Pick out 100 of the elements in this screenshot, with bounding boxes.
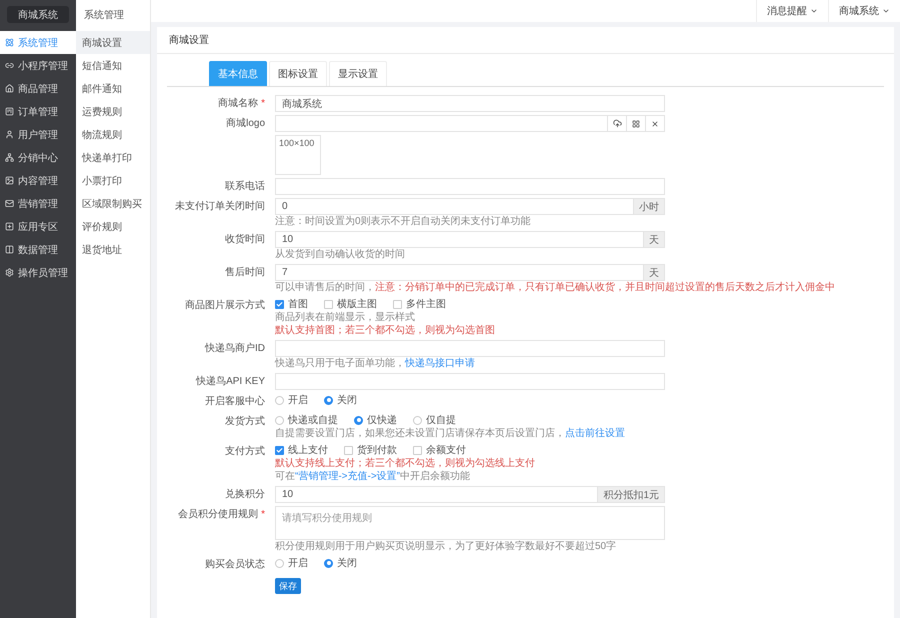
help-text: 自提需要设置门店，如果您还未设置门店请保存本页后设置门店，点击前往设置 <box>275 428 626 440</box>
check-icon <box>276 446 283 454</box>
sidebar-item[interactable]: 订单管理 <box>0 100 76 123</box>
upload-button[interactable] <box>608 115 627 132</box>
checkbox-option[interactable]: 货到付款 <box>344 443 397 457</box>
help-text: 注意：时间设置为0则表示不开启自动关闭未支付订单功能 <box>275 216 532 228</box>
sidebar-item[interactable]: 小程序管理 <box>0 54 76 77</box>
field-label: 开启客服中心 <box>204 394 265 409</box>
text-field[interactable]: 10 <box>275 231 644 248</box>
settings-icon <box>5 268 14 277</box>
field-label: 会员积分使用规则 * <box>177 508 265 522</box>
checkbox-option[interactable]: 余额支付 <box>413 443 466 457</box>
subnav-item[interactable]: 运费规则 <box>76 100 150 123</box>
network-icon <box>5 153 14 162</box>
check-icon <box>276 300 283 308</box>
subnav-item[interactable]: 区域限制购买 <box>76 192 150 215</box>
top-menu[interactable]: 消息提醒 <box>756 0 828 22</box>
help-text: 默认支持线上支付；若三个都不勾选，则视为勾选线上支付 <box>275 458 536 470</box>
field-label: 购买会员状态 <box>204 558 265 572</box>
text-field[interactable]: 7 <box>275 264 644 281</box>
subnav-item[interactable]: 物流规则 <box>76 123 150 146</box>
text-field[interactable] <box>275 340 665 357</box>
grid-button[interactable] <box>627 115 646 132</box>
field-label: 兑换积分 <box>224 488 265 502</box>
help-text: 可在“营销管理->充值->设置”中开启余额功能 <box>275 471 471 483</box>
caret-icon <box>882 7 890 15</box>
columns-icon <box>5 245 14 254</box>
checkbox-option[interactable]: 线上支付 <box>275 443 328 457</box>
input-addon: 小时 <box>634 198 665 215</box>
subnav-item[interactable]: 评价规则 <box>76 215 150 238</box>
link-icon <box>5 61 14 70</box>
field-label: 售后时间 <box>224 266 265 280</box>
field-label: 商城logo <box>225 116 265 131</box>
image-icon <box>5 176 14 185</box>
field-label: 支付方式 <box>224 444 265 459</box>
input-addon: 天 <box>644 264 665 281</box>
checkbox-option[interactable]: 多件主图 <box>393 297 446 311</box>
plus-square-icon <box>5 222 14 231</box>
subnav-item[interactable]: 邮件通知 <box>76 77 150 100</box>
sidebar-item[interactable]: 商品管理 <box>0 77 76 100</box>
sidebar-item[interactable]: 操作员管理 <box>0 261 76 284</box>
sidebar-item[interactable]: 应用专区 <box>0 215 76 238</box>
radio-option[interactable]: 关闭 <box>324 556 357 570</box>
user-icon <box>5 130 14 139</box>
sidebar-item[interactable]: 分销中心 <box>0 146 76 169</box>
help-text: 积分使用规则用于用户购买页说明显示，为了更好体验字数最好不要超过50字 <box>275 541 618 553</box>
help-text: 从发货到自动确认收货的时间 <box>275 249 406 261</box>
checkbox-option[interactable]: 横版主图 <box>324 297 377 311</box>
board-icon <box>5 107 14 116</box>
grid-icon <box>632 120 640 128</box>
subnav-title: 系统管理 <box>83 8 125 23</box>
mail-icon <box>5 199 14 208</box>
caret-icon <box>810 7 818 15</box>
tab[interactable]: 图标设置 <box>269 61 327 86</box>
radio-option[interactable]: 关闭 <box>324 393 357 407</box>
subnav-item[interactable]: 快递单打印 <box>76 146 150 169</box>
text-field[interactable]: 商城系统 <box>275 95 665 112</box>
subnav-item[interactable]: 退货地址 <box>76 238 150 261</box>
brand-logo[interactable]: 商城系统 <box>7 6 69 23</box>
help-text: 快递鸟只用于电子面单功能，快递鸟接口申请 <box>275 358 476 370</box>
tab[interactable]: 显示设置 <box>329 61 387 86</box>
subnav-item[interactable]: 小票打印 <box>76 169 150 192</box>
radio-option[interactable]: 仅自提 <box>413 413 456 427</box>
subnav-item[interactable]: 短信通知 <box>76 54 150 77</box>
input-addon: 天 <box>644 231 665 248</box>
top-menu[interactable]: 商城系统 <box>828 0 900 22</box>
text-field[interactable] <box>275 115 608 132</box>
sidebar-item[interactable]: 数据管理 <box>0 238 76 261</box>
radio-option[interactable]: 开启 <box>275 556 308 570</box>
text-field[interactable]: 0 <box>275 198 634 215</box>
cloud-upload-icon <box>612 119 622 128</box>
field-label: 商品图片展示方式 <box>184 298 265 313</box>
subnav-item[interactable]: 商城设置 <box>76 31 150 54</box>
field-label: 快递鸟商户ID <box>204 342 265 356</box>
help-link[interactable]: 点击前往设置 <box>565 428 625 439</box>
atom-icon <box>5 38 14 47</box>
help-text: 默认支持首图；若三个都不勾选，则视为勾选首图 <box>275 325 496 337</box>
radio-option[interactable]: 快递或自提 <box>275 413 338 427</box>
sidebar-item[interactable]: 用户管理 <box>0 123 76 146</box>
sidebar-item[interactable]: 营销管理 <box>0 192 76 215</box>
checkbox-option[interactable]: 首图 <box>275 297 308 311</box>
save-button[interactable]: 保存 <box>275 578 301 594</box>
image-upload-box[interactable]: 100×100 <box>275 135 321 175</box>
sidebar-item[interactable]: 内容管理 <box>0 169 76 192</box>
sidebar-item[interactable]: 系统管理 <box>0 31 76 54</box>
radio-option[interactable]: 开启 <box>275 393 308 407</box>
close-icon <box>651 120 659 128</box>
field-label: 收货时间 <box>224 232 265 247</box>
help-text: 商品列表在前端显示，显示样式 <box>275 312 416 324</box>
house-icon <box>5 84 14 93</box>
radio-option[interactable]: 仅快递 <box>354 413 397 427</box>
input-addon: 积分抵扣1元 <box>598 486 665 503</box>
text-field[interactable] <box>275 178 665 195</box>
field-label: 未支付订单关闭时间 <box>174 200 265 214</box>
text-field[interactable]: 10 <box>275 486 598 503</box>
help-link[interactable]: “营销管理->充值->设置” <box>295 471 400 482</box>
text-field[interactable] <box>275 373 665 390</box>
field-label: 商城名称 * <box>217 96 265 111</box>
card-title: 商城设置 <box>157 27 894 54</box>
field-label: 快递鸟API KEY <box>194 374 265 389</box>
